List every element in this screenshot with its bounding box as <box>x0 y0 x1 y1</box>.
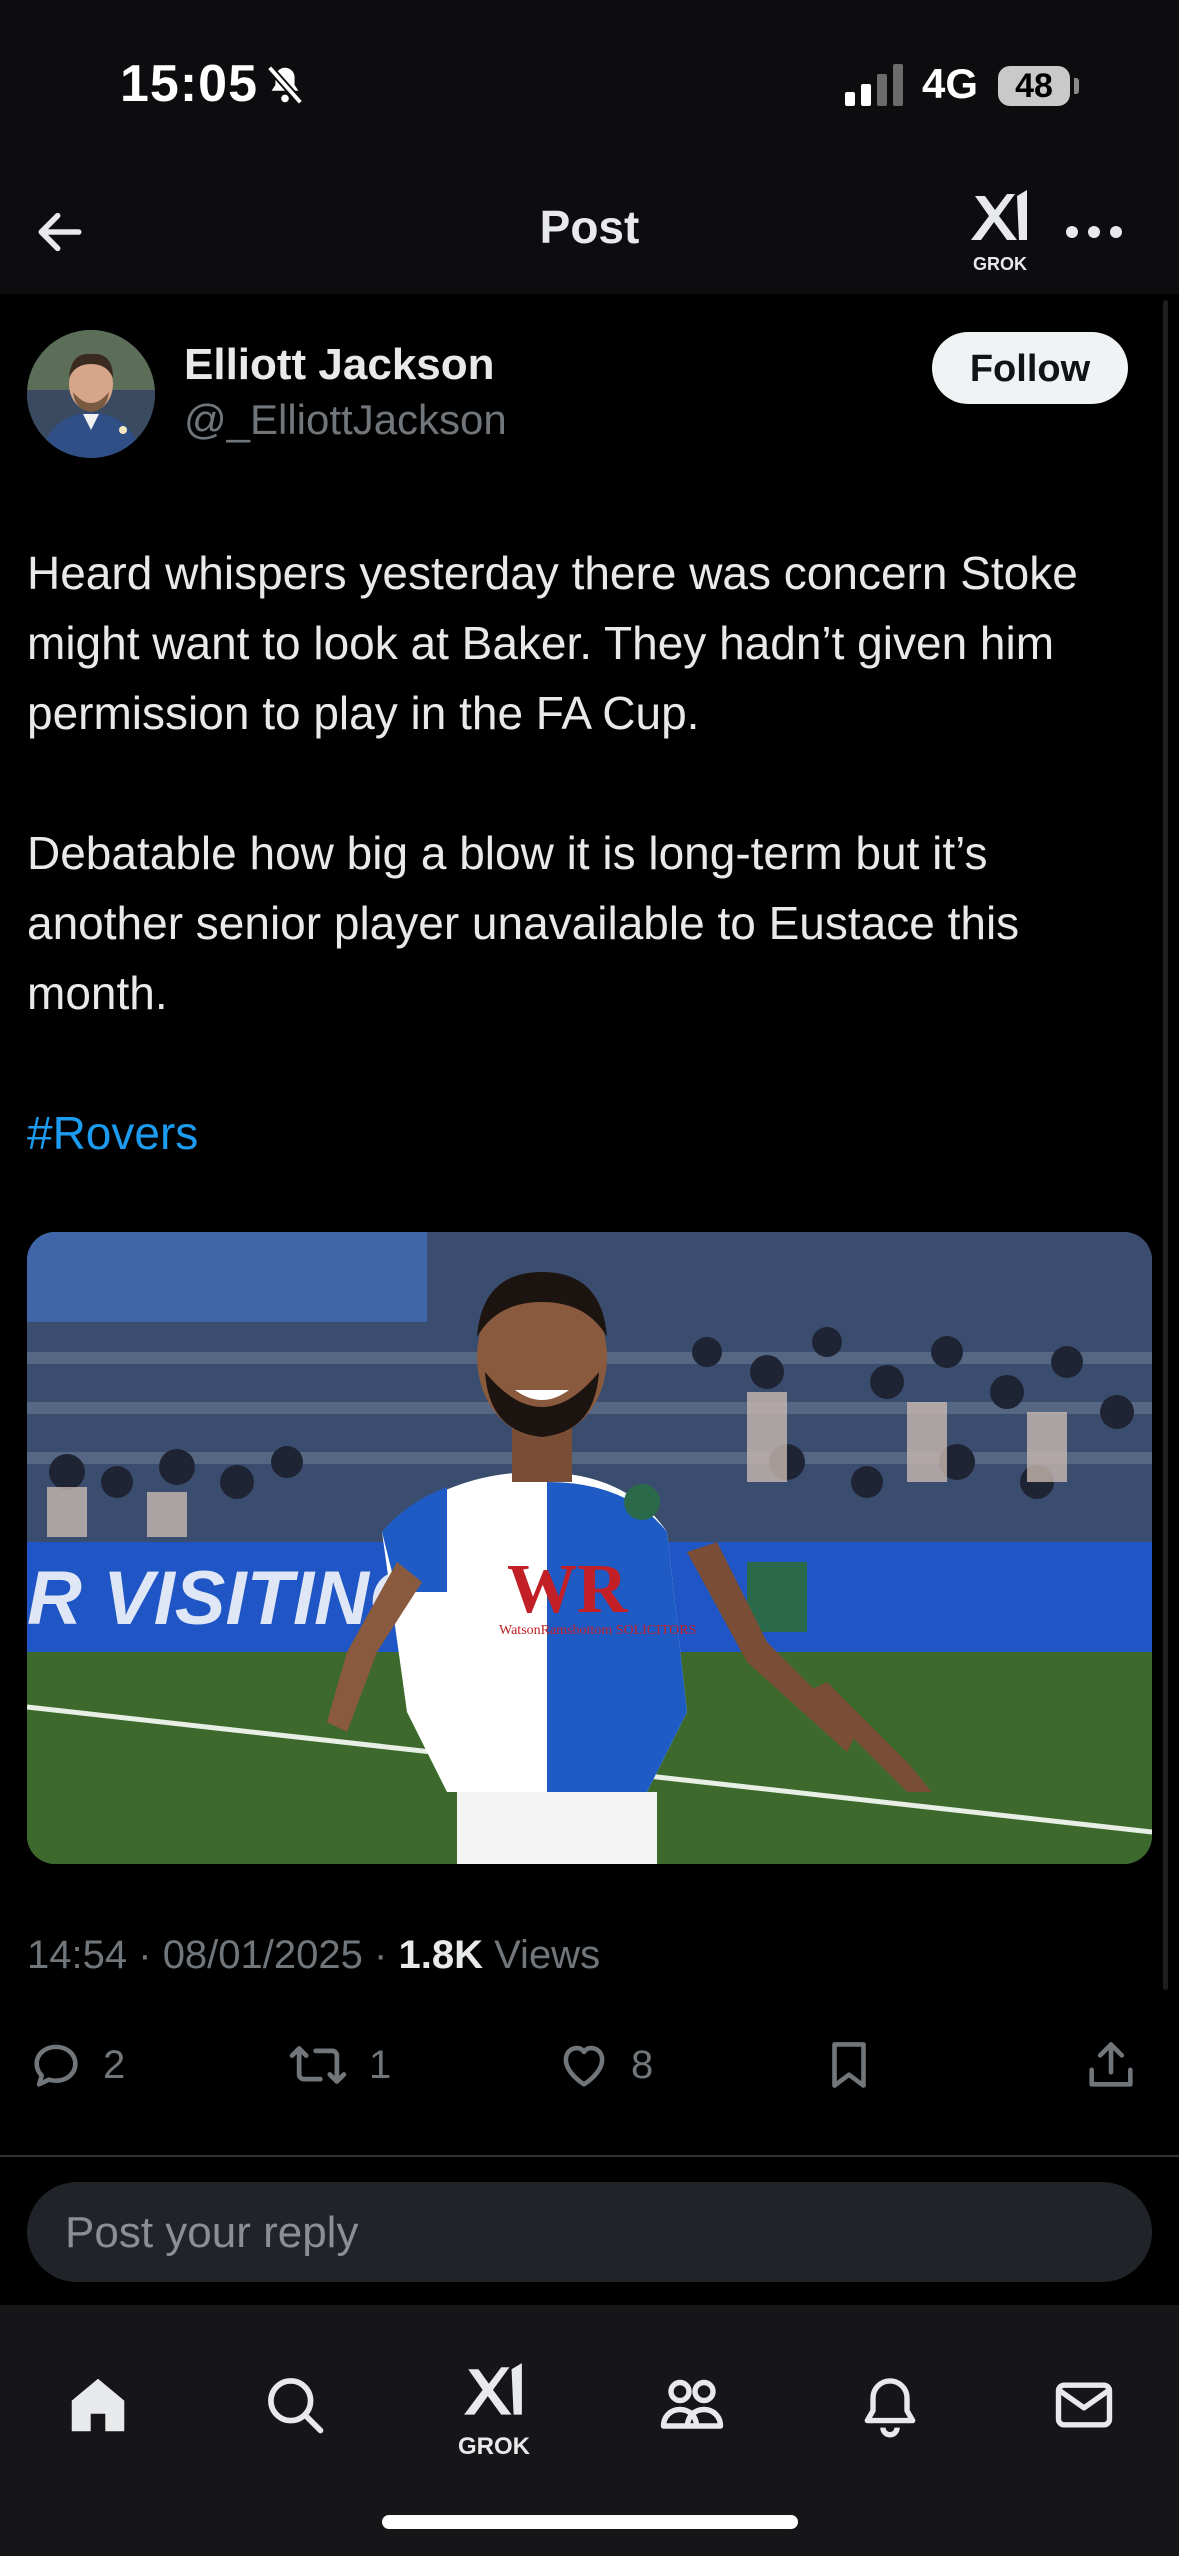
sponsor-text: WR <box>507 1551 629 1628</box>
post-paragraph: Heard whispers yesterday there was conce… <box>27 547 1078 739</box>
views-label: Views <box>494 1933 601 1977</box>
avatar[interactable] <box>27 330 155 458</box>
reply-button[interactable]: 2 <box>27 2030 125 2100</box>
share-button[interactable] <box>1082 2030 1140 2100</box>
follow-button[interactable]: Follow <box>932 332 1128 404</box>
post-page: 15:05 4G 48 Post GROK Elliott Jackson @_… <box>0 0 1179 2556</box>
bookmark-button[interactable] <box>820 2030 878 2100</box>
hashtag-link[interactable]: #Rovers <box>27 1098 1152 1168</box>
post-body: Heard whispers yesterday there was conce… <box>27 538 1152 1168</box>
grok-button[interactable]: GROK <box>965 188 1035 278</box>
author-handle[interactable]: @_ElliottJackson <box>184 396 507 444</box>
grok-icon <box>464 2363 522 2415</box>
nav-messages[interactable] <box>1024 2345 1144 2465</box>
repost-icon <box>289 2046 347 2084</box>
bell-off-icon <box>266 65 304 105</box>
grok-icon <box>971 190 1027 240</box>
status-bar: 15:05 4G 48 <box>0 0 1179 170</box>
more-horizontal-icon <box>1066 226 1122 238</box>
scrollbar[interactable] <box>1163 300 1168 1990</box>
search-icon <box>268 2378 324 2434</box>
post-image[interactable]: R VISITING EW WR WatsonRamsbottom SOLICI… <box>27 1232 1152 1864</box>
reply-icon <box>34 2044 78 2087</box>
like-button[interactable]: 8 <box>555 2030 653 2100</box>
post-meta: 14:54 · 08/01/2025 · 1.8K Views <box>27 1933 600 1978</box>
grok-label: GROK <box>973 254 1027 274</box>
network-type: 4G <box>922 60 979 107</box>
nav-notifications[interactable] <box>830 2345 950 2465</box>
nav-home[interactable] <box>38 2345 158 2465</box>
bell-icon <box>864 2378 916 2438</box>
post-photo: R VISITING EW WR WatsonRamsbottom SOLICI… <box>27 1232 1152 1864</box>
signal-icon <box>845 64 903 106</box>
repost-count: 1 <box>369 2042 392 2087</box>
mail-icon <box>1055 2382 1113 2428</box>
nav-grok[interactable]: GROK <box>434 2345 554 2465</box>
status-time: 15:05 <box>120 55 258 113</box>
bookmark-icon <box>832 2042 866 2088</box>
meta-separator: · <box>374 1933 388 1977</box>
top-bar: Post GROK <box>0 170 1179 294</box>
post-time: 14:54 <box>27 1933 128 1977</box>
home-indicator[interactable] <box>382 2515 798 2529</box>
home-icon <box>71 2378 125 2432</box>
views-count[interactable]: 1.8K <box>398 1933 483 1977</box>
divider <box>0 2155 1179 2157</box>
nav-communities[interactable] <box>632 2345 752 2465</box>
grok-nav-label: GROK <box>458 2433 530 2460</box>
repost-button[interactable]: 1 <box>285 2030 391 2100</box>
avatar-photo <box>27 330 155 458</box>
communities-icon <box>660 2379 724 2429</box>
battery-icon: 48 <box>998 66 1070 106</box>
post-date: 08/01/2025 <box>162 1933 363 1977</box>
more-options-button[interactable] <box>1062 210 1126 254</box>
nav-search[interactable] <box>235 2345 355 2465</box>
meta-separator: · <box>138 1933 152 1977</box>
sponsor-sub-text: WatsonRamsbottom SOLICITORS <box>499 1623 696 1638</box>
share-icon <box>1089 2042 1133 2087</box>
author-name[interactable]: Elliott Jackson <box>184 340 495 390</box>
reply-input[interactable] <box>63 2182 1117 2284</box>
post-actions: 2 1 8 <box>0 2030 1179 2100</box>
post-paragraph: Debatable how big a blow it is long-term… <box>27 827 1020 1019</box>
battery-nub <box>1074 78 1079 94</box>
reply-box[interactable] <box>27 2182 1152 2284</box>
heart-icon <box>563 2045 605 2087</box>
reply-count: 2 <box>103 2042 126 2087</box>
like-count: 8 <box>631 2042 654 2087</box>
